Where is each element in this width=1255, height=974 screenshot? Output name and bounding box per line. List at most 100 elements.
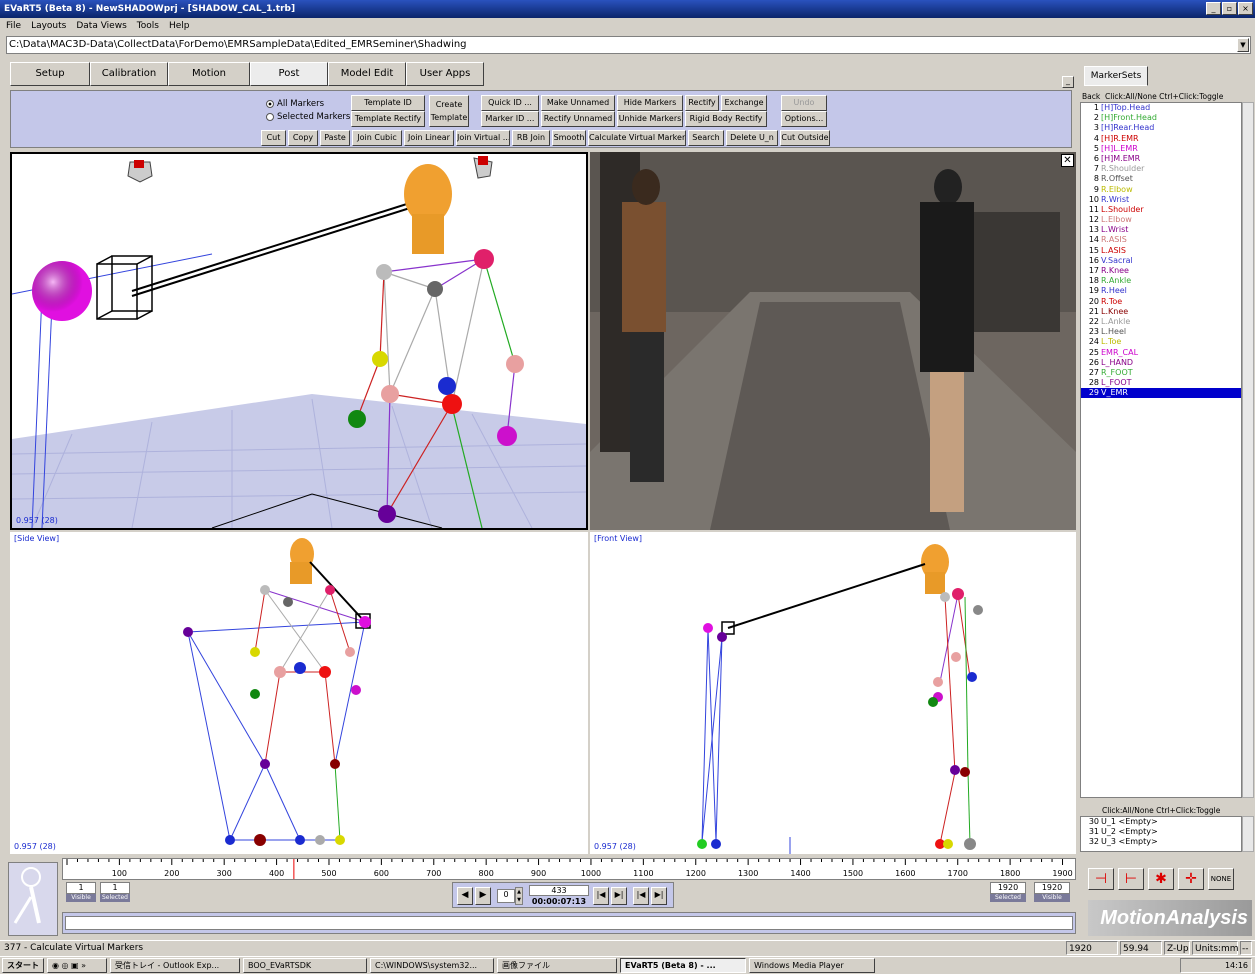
marker-item[interactable]: 26 L_HAND — [1081, 358, 1241, 368]
menu-help[interactable]: Help — [169, 18, 190, 34]
marker-item[interactable]: 23 L.Heel — [1081, 327, 1241, 337]
rectify-button[interactable]: Rectify — [685, 95, 719, 111]
tab-model-edit[interactable]: Model Edit — [328, 62, 406, 86]
task-cmd[interactable]: C:\WINDOWS\system32... — [370, 958, 494, 973]
expand-range-icon[interactable]: ✛ — [1178, 868, 1204, 890]
step-forward-icon[interactable]: ▶| — [611, 887, 627, 905]
menu-layouts[interactable]: Layouts — [31, 18, 66, 34]
right-bracket-icon[interactable]: ⊢ — [1118, 868, 1144, 890]
quick-id-button[interactable]: Quick ID ... — [481, 95, 539, 111]
join-cubic-button[interactable]: Join Cubic — [352, 130, 402, 146]
all-markers-radio[interactable]: All Markers — [266, 99, 324, 109]
end-selected-field[interactable]: 1920 — [990, 882, 1026, 894]
collapse-panel-button[interactable]: _ — [1062, 76, 1074, 88]
rb-join-button[interactable]: RB Join — [512, 130, 550, 146]
selected-count-field[interactable]: 1 — [100, 882, 130, 894]
marker-item[interactable]: 14 R.ASIS — [1081, 235, 1241, 245]
rectify-unnamed-button[interactable]: Rectify Unnamed — [541, 111, 615, 127]
calculate-virtual-markers-button[interactable]: Calculate Virtual Markers — [588, 130, 686, 146]
unhide-markers-button[interactable]: Unhide Markers — [617, 111, 683, 127]
marker-item[interactable]: 8 R.Offset — [1081, 174, 1241, 184]
dropdown-arrow-icon[interactable]: ▼ — [1237, 38, 1249, 52]
join-virtual-button[interactable]: Join Virtual ... — [456, 130, 510, 146]
maximize-button[interactable]: ▫ — [1222, 2, 1237, 15]
marker-item[interactable]: 15 L.ASIS — [1081, 246, 1241, 256]
marker-item[interactable]: 7 R.Shoulder — [1081, 164, 1241, 174]
marker-item[interactable]: 22 L.Ankle — [1081, 317, 1241, 327]
marker-item[interactable]: 12 L.Elbow — [1081, 215, 1241, 225]
marker-item[interactable]: 24 L.Toe — [1081, 337, 1241, 347]
tab-calibration[interactable]: Calibration — [90, 62, 168, 86]
selected-markers-radio[interactable]: Selected Markers — [266, 112, 350, 122]
marker-item[interactable]: 2 [H]Front.Head — [1081, 113, 1241, 123]
menu-data-views[interactable]: Data Views — [76, 18, 126, 34]
tab-motion-capture[interactable]: Motion Capture — [168, 62, 250, 101]
unnamed-item[interactable]: 31 U_2 <Empty> — [1081, 827, 1241, 837]
menu-file[interactable]: File — [6, 18, 21, 34]
create-template-button[interactable]: Create Template — [429, 95, 469, 127]
front-view[interactable]: [Front View] 0.957 (28) — [590, 532, 1076, 854]
rigid-body-rectify-button[interactable]: Rigid Body Rectify — [685, 111, 767, 127]
start-button[interactable]: スタート — [2, 958, 44, 973]
menu-tools[interactable]: Tools — [137, 18, 159, 34]
side-view[interactable]: [Side View] 0.957 (28) — [10, 532, 588, 854]
task-folder[interactable]: BOO_EVaRTSDK — [243, 958, 367, 973]
search-button[interactable]: Search — [688, 130, 724, 146]
go-end-icon[interactable]: ▶| — [651, 887, 667, 905]
path-dropdown[interactable]: C:\Data\MAC3D-Data\CollectData\ForDemo\E… — [6, 36, 1251, 54]
marker-item[interactable]: 19 R.Heel — [1081, 286, 1241, 296]
none-button[interactable]: NONE — [1208, 868, 1234, 890]
marker-id-button[interactable]: Marker ID ... — [481, 111, 539, 127]
task-evart[interactable]: EVaRT5 (Beta 8) - ... — [620, 958, 746, 973]
play-reverse-icon[interactable]: ◀ — [457, 887, 473, 905]
marker-item[interactable]: 16 V.Sacral — [1081, 256, 1241, 266]
data-track-bar[interactable] — [62, 912, 1076, 934]
marker-item[interactable]: 11 L.Shoulder — [1081, 205, 1241, 215]
unnamed-scrollbar[interactable] — [1242, 816, 1254, 852]
minimize-button[interactable]: _ — [1206, 2, 1221, 15]
left-bracket-icon[interactable]: ⊣ — [1088, 868, 1114, 890]
marker-item[interactable]: 17 R.Knee — [1081, 266, 1241, 276]
cut-button[interactable]: Cut — [261, 130, 286, 146]
marker-item[interactable]: 29 V_EMR — [1081, 388, 1241, 399]
timeline-ruler[interactable]: 100 200 300 400 500 600 700 800 900 1000 1100 1200 1… — [62, 858, 1076, 880]
tab-post-process[interactable]: Post Process — [250, 62, 328, 101]
marker-item[interactable]: 1 [H]Top.Head — [1081, 103, 1241, 113]
visible-count-field[interactable]: 1 — [66, 882, 96, 894]
perspective-3d-view[interactable]: 0.957 (28) — [10, 152, 588, 530]
video-view[interactable]: ✕ — [590, 152, 1076, 530]
marker-item[interactable]: 5 [H]L.EMR — [1081, 144, 1241, 154]
marker-item[interactable]: 13 L.Wrist — [1081, 225, 1241, 235]
markersets-tab[interactable]: MarkerSets — [1084, 66, 1148, 86]
undo-button[interactable]: Undo — [781, 95, 827, 111]
marker-item[interactable]: 27 R_FOOT — [1081, 368, 1241, 378]
marker-list-scrollbar[interactable] — [1242, 102, 1254, 798]
exchange-button[interactable]: Exchange — [721, 95, 767, 111]
unnamed-item[interactable]: 32 U_3 <Empty> — [1081, 837, 1241, 847]
marker-item[interactable]: 10 R.Wrist — [1081, 195, 1241, 205]
paste-button[interactable]: Paste — [320, 130, 350, 146]
task-outlook[interactable]: 受信トレイ - Outlook Exp... — [110, 958, 240, 973]
marker-item[interactable]: 4 [H]R.EMR — [1081, 134, 1241, 144]
step-spinner-icon[interactable]: ▲ ▼ — [515, 887, 523, 905]
task-media-player[interactable]: Windows Media Player — [749, 958, 875, 973]
frame-number-field[interactable]: 433 — [529, 885, 589, 896]
step-field[interactable]: 0 — [497, 889, 515, 903]
options-button[interactable]: Options... — [781, 111, 827, 127]
marker-item[interactable]: 21 L.Knee — [1081, 307, 1241, 317]
tab-setup[interactable]: Setup — [10, 62, 90, 86]
cut-outside-button[interactable]: Cut Outside — [780, 130, 830, 146]
marker-item[interactable]: 6 [H]M.EMR — [1081, 154, 1241, 164]
back-button[interactable]: Back — [1082, 92, 1100, 101]
template-id-button[interactable]: Template ID — [351, 95, 425, 111]
unnamed-item[interactable]: 30 U_1 <Empty> — [1081, 817, 1241, 827]
smooth-button[interactable]: Smooth — [552, 130, 586, 146]
close-button[interactable]: × — [1238, 2, 1253, 15]
make-unnamed-button[interactable]: Make Unnamed — [541, 95, 615, 111]
copy-button[interactable]: Copy — [288, 130, 318, 146]
hide-markers-button[interactable]: Hide Markers — [617, 95, 683, 111]
end-visible-field[interactable]: 1920 — [1034, 882, 1070, 894]
marker-item[interactable]: 25 EMR_CAL — [1081, 348, 1241, 358]
join-linear-button[interactable]: Join Linear — [404, 130, 454, 146]
template-rectify-button[interactable]: Template Rectify — [351, 111, 425, 127]
